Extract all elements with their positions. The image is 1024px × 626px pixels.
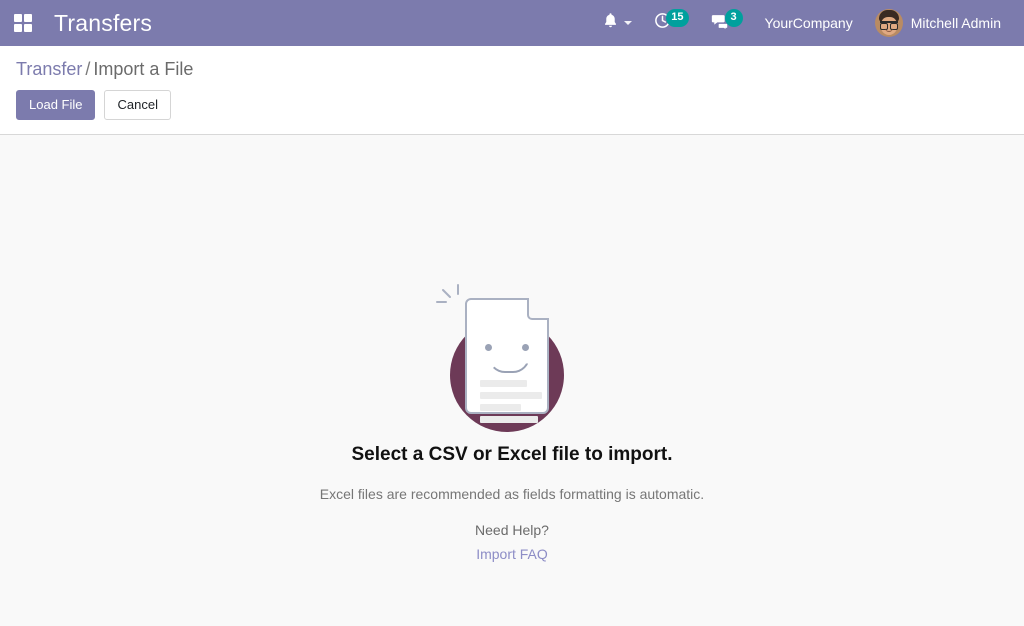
document-shape	[465, 298, 549, 423]
messages-button[interactable]: 3	[700, 0, 754, 46]
document-eye-right	[522, 344, 529, 351]
page-title: Transfers	[54, 9, 153, 36]
load-file-button[interactable]: Load File	[16, 90, 96, 120]
import-faq-link[interactable]: Import FAQ	[476, 546, 548, 562]
sparkle-icon	[436, 284, 459, 303]
top-navbar: Transfers 15 3 YourCompany Mitchell Admi…	[0, 0, 1024, 46]
breadcrumb-current: Import a File	[93, 59, 194, 79]
activities-count-badge: 15	[666, 9, 689, 27]
bell-icon	[603, 12, 618, 34]
cancel-button[interactable]: Cancel	[104, 90, 171, 120]
user-name-label: Mitchell Admin	[910, 15, 1001, 31]
document-smile	[488, 356, 530, 373]
apps-menu-button[interactable]	[0, 0, 46, 46]
document-text-line	[480, 404, 521, 411]
breadcrumb: Transfer / Import a File	[16, 58, 1008, 80]
user-menu-button[interactable]: Mitchell Admin	[864, 0, 1012, 46]
chevron-down-icon	[624, 21, 633, 25]
import-empty-state: Select a CSV or Excel file to import. Ex…	[0, 135, 1024, 626]
action-buttons: Load File Cancel	[16, 90, 1008, 120]
document-text-line	[480, 380, 527, 387]
document-fold-icon	[527, 298, 549, 320]
activities-button[interactable]: 15	[643, 0, 699, 46]
messages-count-badge: 3	[724, 9, 743, 27]
smiling-document-illustration	[432, 280, 592, 432]
notifications-button[interactable]	[592, 0, 643, 46]
company-switcher[interactable]: YourCompany	[754, 0, 864, 46]
apps-grid-icon	[14, 14, 32, 32]
breadcrumb-separator: /	[85, 59, 91, 79]
breadcrumb-parent-link[interactable]: Transfer	[16, 59, 82, 79]
empty-state-subtext: Excel files are recommended as fields fo…	[319, 486, 705, 502]
document-text-line	[480, 392, 542, 399]
company-name-label: YourCompany	[764, 15, 853, 31]
control-panel: Transfer / Import a File Load File Cancel	[0, 46, 1024, 135]
document-text-line	[480, 416, 538, 423]
navbar-right-group: 15 3 YourCompany Mitchell Admin	[592, 0, 1012, 46]
avatar	[874, 9, 903, 37]
empty-state-headline: Select a CSV or Excel file to import.	[351, 444, 673, 465]
need-help-label: Need Help?	[475, 522, 549, 538]
document-eye-left	[485, 344, 492, 351]
